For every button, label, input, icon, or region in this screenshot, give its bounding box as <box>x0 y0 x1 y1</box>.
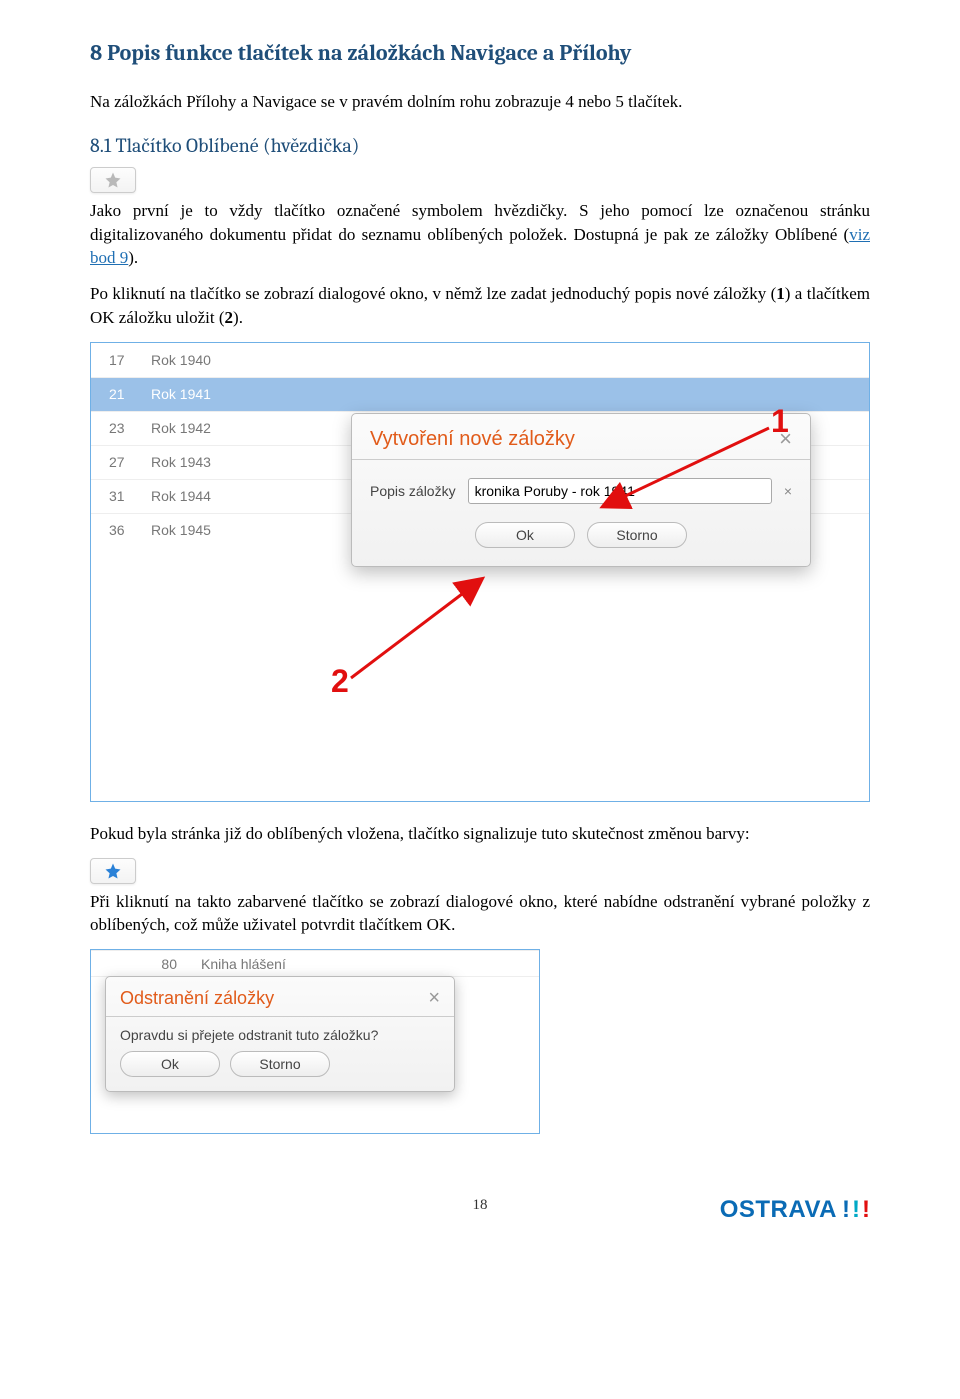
field-label: Popis záložky <box>370 483 456 499</box>
paragraph-2a: Jako první je to vždy tlačítko označené … <box>90 201 870 244</box>
dialog-body-text: Opravdu si přejete odstranit tuto záložk… <box>106 1017 454 1043</box>
row-num: 17 <box>91 352 151 368</box>
heading-8: 8 Popis funkce tlačítek na záložkách Nav… <box>90 40 870 66</box>
star-icon-button-gray <box>90 167 136 193</box>
paragraph-3: Po kliknutí na tlačítko se zobrazí dialo… <box>90 282 870 330</box>
dialog-title: Vytvoření nové záložky <box>370 428 575 451</box>
paragraph-intro: Na záložkách Přílohy a Navigace se v pra… <box>90 90 870 114</box>
row-label: Rok 1940 <box>151 352 869 368</box>
list-item: 17 Rok 1940 <box>91 343 869 377</box>
row-num: 80 <box>91 956 201 972</box>
list-item-selected: 21 Rok 1941 <box>91 377 869 411</box>
dialog-remove-bookmark: Odstranění záložky × Opravdu si přejete … <box>105 976 455 1092</box>
row-label: Rok 1941 <box>151 386 869 402</box>
cancel-button[interactable]: Storno <box>587 522 687 548</box>
dialog-title: Odstranění záložky <box>120 988 274 1009</box>
logo-exclamations: !!! <box>842 1196 870 1224</box>
star-icon <box>104 862 122 880</box>
row-num: 21 <box>91 386 151 402</box>
bookmark-name-input[interactable] <box>468 478 772 504</box>
paragraph-5: Při kliknutí na takto zabarvené tlačítko… <box>90 890 870 938</box>
ostrava-logo: OSTRAVA !!! <box>720 1196 870 1224</box>
figure-remove-bookmark: 80 Kniha hlášení ka Odstranění záložky ×… <box>90 949 540 1134</box>
marker-ref-2: 2 <box>225 308 234 327</box>
ok-button[interactable]: Ok <box>120 1051 220 1077</box>
heading-8-1: 8.1 Tlačítko Oblíbené (hvězdička) <box>90 134 870 157</box>
paragraph-4: Pokud byla stránka již do oblíbených vlo… <box>90 822 870 846</box>
logo-text: OSTRAVA <box>720 1196 837 1224</box>
marker-ref-1: 1 <box>776 284 785 303</box>
paragraph-2b: ). <box>128 248 138 267</box>
dialog-create-bookmark: Vytvoření nové záložky × Popis záložky ×… <box>351 413 811 567</box>
row-num: 36 <box>91 522 151 538</box>
row-num: 31 <box>91 488 151 504</box>
paragraph-2: Jako první je to vždy tlačítko označené … <box>90 199 870 270</box>
clear-icon[interactable]: × <box>784 483 792 499</box>
paragraph-3c: ). <box>233 308 243 327</box>
annotation-marker-1: 1 <box>771 403 789 440</box>
figure-create-bookmark: 17 Rok 1940 21 Rok 1941 23 Rok 1942 27 R… <box>90 342 870 802</box>
ok-button[interactable]: Ok <box>475 522 575 548</box>
page-number: 18 <box>473 1197 488 1214</box>
close-icon[interactable]: × <box>428 987 440 1010</box>
row-num: 23 <box>91 420 151 436</box>
annotation-marker-2: 2 <box>331 663 349 700</box>
cancel-button[interactable]: Storno <box>230 1051 330 1077</box>
star-icon-button-blue <box>90 858 136 884</box>
row-num: 27 <box>91 454 151 470</box>
paragraph-3a: Po kliknutí na tlačítko se zobrazí dialo… <box>90 284 776 303</box>
list-item: 80 Kniha hlášení <box>91 950 539 976</box>
star-icon <box>104 171 122 189</box>
row-label: Kniha hlášení <box>201 956 539 972</box>
